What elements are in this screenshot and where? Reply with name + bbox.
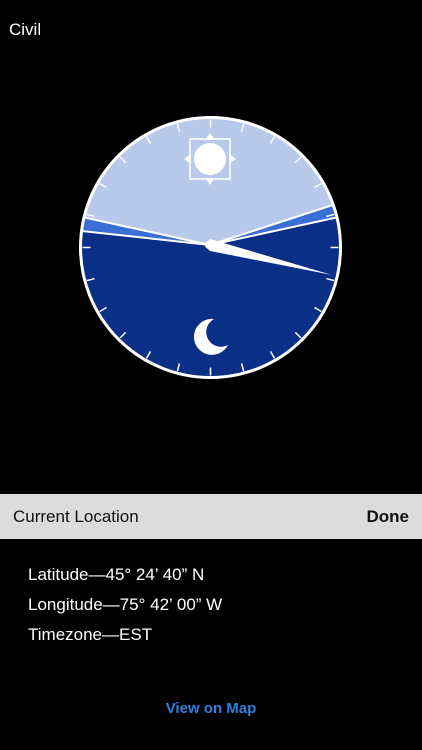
longitude-text: Longitude—75° 42’ 00” W (28, 595, 223, 614)
timezone-text: Timezone—EST (28, 625, 153, 644)
done-button[interactable]: Done (367, 507, 410, 527)
location-details: Latitude—45° 24’ 40” N Longitude—75° 42’… (28, 560, 222, 650)
sun-clock-dial (79, 116, 342, 379)
location-title: Current Location (13, 507, 139, 526)
mode-label[interactable]: Civil (9, 20, 41, 40)
location-bar: Current Location Done (0, 494, 422, 539)
latitude-text: Latitude—45° 24’ 40” N (28, 565, 205, 584)
view-on-map-link[interactable]: View on Map (0, 700, 422, 717)
